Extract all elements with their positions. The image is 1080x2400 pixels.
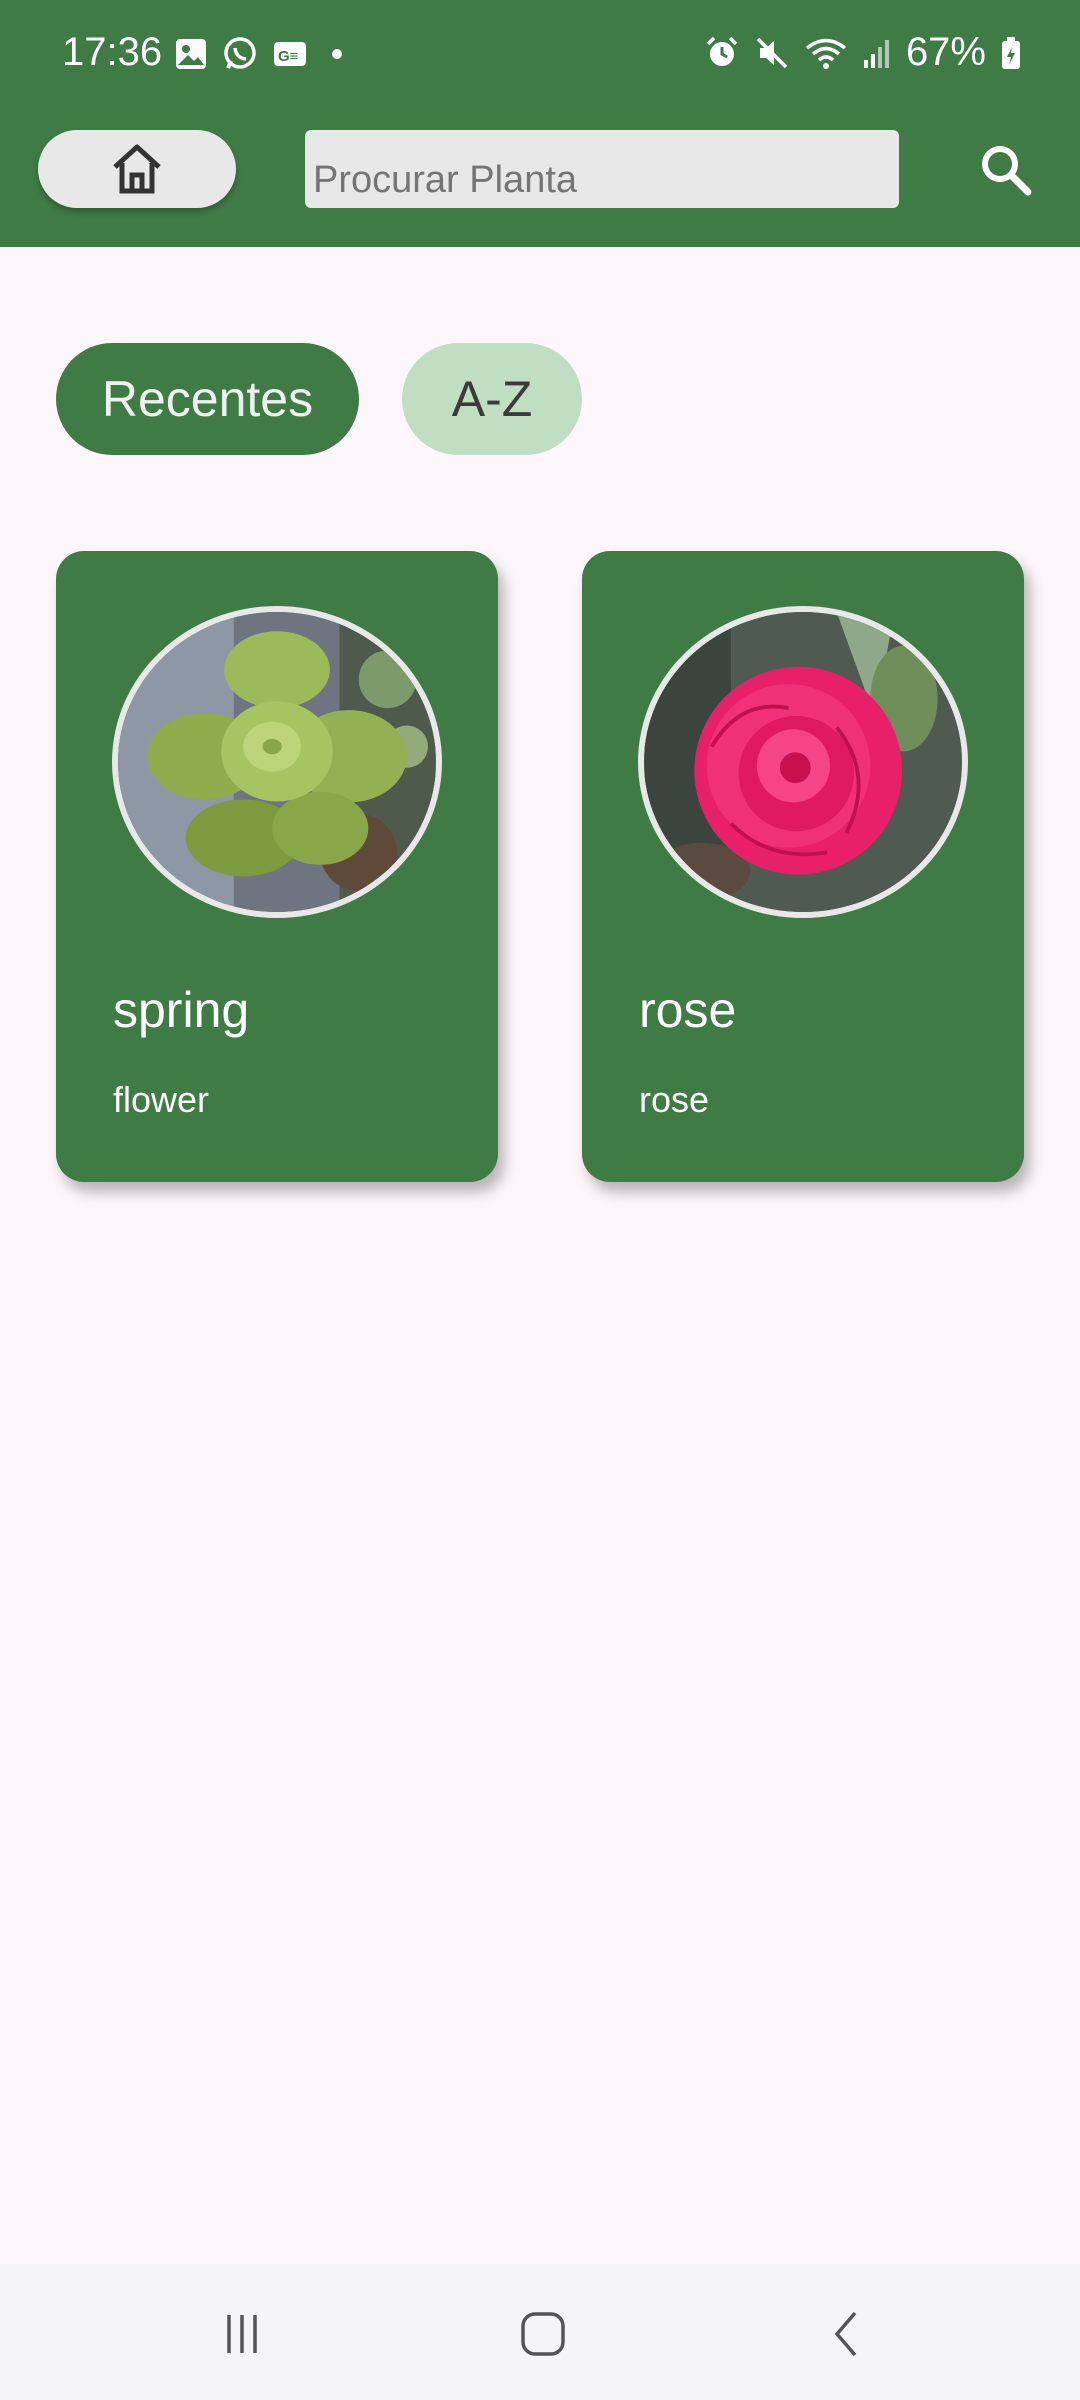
succulent-image bbox=[118, 612, 436, 912]
home-button[interactable] bbox=[38, 130, 236, 208]
wifi-icon bbox=[805, 38, 847, 69]
search-icon bbox=[982, 146, 1032, 196]
plant-card[interactable]: spring flower bbox=[56, 551, 498, 1182]
plant-type: rose bbox=[639, 1079, 710, 1120]
dot-icon bbox=[332, 49, 342, 59]
recent-apps-button[interactable] bbox=[202, 2294, 282, 2374]
home-nav-button[interactable] bbox=[503, 2294, 583, 2374]
app-bar: 17:36 G≡ 67% Procurar Planta bbox=[0, 0, 1080, 247]
rose-image bbox=[644, 612, 962, 912]
status-bar: 17:36 G≡ 67% bbox=[0, 0, 1080, 110]
news-icon: G≡ bbox=[274, 42, 306, 66]
signal-icon bbox=[863, 39, 889, 68]
recent-apps-icon bbox=[227, 2315, 257, 2353]
status-right: 67% bbox=[704, 30, 1022, 75]
filter-recentes-button[interactable]: Recentes bbox=[56, 343, 359, 455]
whatsapp-icon bbox=[224, 37, 256, 69]
back-button[interactable] bbox=[808, 2294, 888, 2374]
home-nav-icon bbox=[521, 2312, 565, 2356]
mute-icon bbox=[756, 37, 788, 68]
system-nav-bar bbox=[0, 2264, 1080, 2400]
battery-icon bbox=[1002, 36, 1020, 69]
status-left-icons: G≡ bbox=[174, 36, 352, 72]
filter-az-button[interactable]: A-Z bbox=[402, 343, 582, 455]
plant-card[interactable]: rose rose bbox=[582, 551, 1024, 1182]
plant-photo bbox=[638, 606, 968, 918]
svg-text:G≡: G≡ bbox=[278, 48, 299, 65]
alarm-icon bbox=[706, 36, 738, 66]
plant-photo bbox=[112, 606, 442, 918]
home-icon bbox=[113, 144, 161, 194]
status-time: 17:36 bbox=[62, 30, 163, 74]
gallery-icon bbox=[176, 39, 206, 69]
search-input[interactable] bbox=[305, 130, 899, 208]
plant-name: rose bbox=[639, 982, 737, 1038]
search-button[interactable] bbox=[972, 136, 1040, 204]
battery-percent: 67% bbox=[905, 30, 986, 74]
back-icon bbox=[834, 2311, 857, 2357]
plant-type: flower bbox=[113, 1079, 210, 1120]
plant-name: spring bbox=[113, 982, 250, 1038]
